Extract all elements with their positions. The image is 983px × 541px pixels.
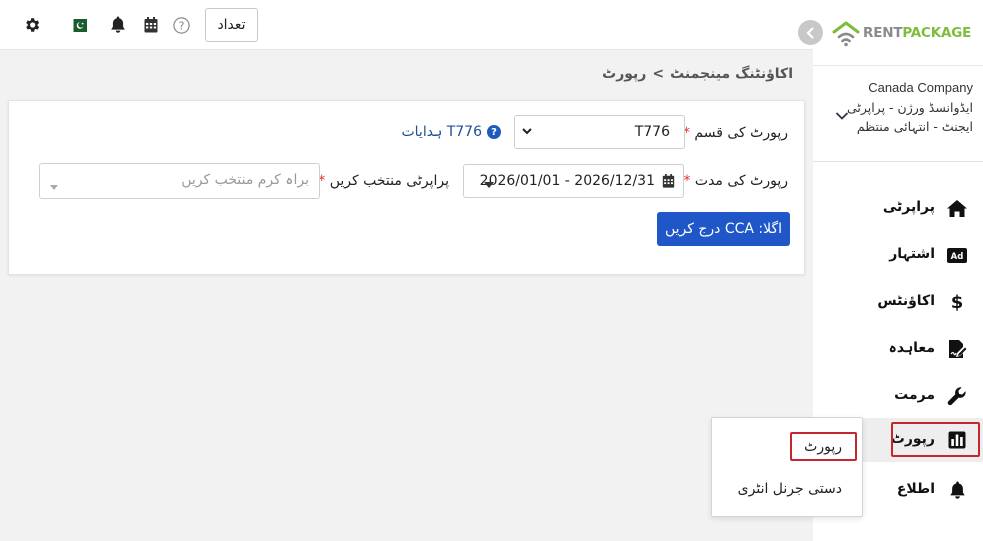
company-switcher[interactable]: Canada Company ایڈوانسڈ ورژن - پراپرٹی ا… xyxy=(813,66,983,162)
report-type-select[interactable]: T776 xyxy=(514,115,685,149)
sidebar-item-accounts[interactable]: $ اکاؤنٹس xyxy=(813,280,983,324)
period-value: 2026/01/01 - 2026/12/31 xyxy=(479,173,655,189)
caret-down-icon xyxy=(484,177,494,193)
submenu-item-report[interactable]: رپورٹ xyxy=(804,439,842,455)
submenu-item-manual-journal-entry[interactable]: دستی جرنل انٹری xyxy=(738,481,842,497)
help-icon[interactable]: ? xyxy=(171,14,191,36)
period-label: رپورٹ کی مدت * xyxy=(683,173,788,189)
sidebar-item-repair[interactable]: مرمت xyxy=(813,374,983,418)
required-mark: * xyxy=(683,173,691,189)
sidebar-item-label: اشتہار xyxy=(889,246,935,262)
logo-text-rent: RENT xyxy=(863,25,903,41)
t776-help-link[interactable]: ? T776 ہدایات xyxy=(401,124,501,140)
report-submenu: رپورٹ دستی جرنل انٹری xyxy=(711,417,863,517)
home-icon xyxy=(946,198,968,218)
breadcrumb-current: رپورٹ xyxy=(602,66,647,82)
logo-row: RENTPACKAGE xyxy=(798,0,983,66)
caret-down-icon xyxy=(50,178,58,194)
collapse-sidebar-button[interactable] xyxy=(798,20,823,45)
breadcrumb-parent[interactable]: اکاؤنٹنگ مینجمنٹ xyxy=(670,66,793,82)
company-roles: ایڈوانسڈ ورژن - پراپرٹی ایجنٹ - انتہائی … xyxy=(846,100,973,134)
count-button[interactable]: تعداد xyxy=(205,8,258,42)
sidebar-item-contract[interactable]: معاہدہ xyxy=(813,327,983,371)
sidebar-item-label: پراپرٹی xyxy=(882,199,935,215)
dollar-icon: $ xyxy=(946,292,968,312)
breadcrumb-separator: > xyxy=(652,66,665,82)
sidebar-item-label: مرمت xyxy=(894,387,935,403)
report-form-card: رپورٹ کی قسم * T776 ? T776 ہدایات رپورٹ … xyxy=(8,100,805,275)
bell-icon[interactable] xyxy=(108,14,128,36)
date-range-picker[interactable]: 2026/01/01 - 2026/12/31 xyxy=(463,164,684,198)
report-type-label: رپورٹ کی قسم * xyxy=(683,125,788,141)
ad-icon: Ad xyxy=(946,245,968,265)
property-label-text: پراپرٹی منتخب کریں xyxy=(329,173,449,189)
report-type-value: T776 xyxy=(634,124,670,140)
calendar-icon xyxy=(662,174,675,192)
wrench-icon xyxy=(946,386,968,406)
svg-text:Ad: Ad xyxy=(951,252,964,262)
top-bar: ? تعداد xyxy=(0,0,813,50)
chevron-down-icon[interactable] xyxy=(835,106,849,125)
report-type-label-text: رپورٹ کی قسم xyxy=(694,125,788,141)
breadcrumb: اکاؤنٹنگ مینجمنٹ > رپورٹ xyxy=(602,66,793,82)
company-name: Canada Company xyxy=(868,80,973,95)
sidebar-item-label: رپورٹ xyxy=(890,431,935,447)
property-placeholder: براہ کرم منتخب کریں xyxy=(181,172,309,188)
rentpackage-logo[interactable]: RENTPACKAGE xyxy=(832,19,971,47)
svg-text:?: ? xyxy=(178,19,184,32)
logo-text-package: PACKAGE xyxy=(902,25,972,41)
sidebar-item-label: اطلاع xyxy=(896,481,935,497)
calendar-icon[interactable] xyxy=(141,14,161,36)
chevron-down-icon xyxy=(521,125,533,141)
question-icon: ? xyxy=(487,125,501,139)
pakistan-flag-icon[interactable] xyxy=(68,14,88,36)
period-label-text: رپورٹ کی مدت xyxy=(694,173,788,189)
help-link-text: T776 ہدایات xyxy=(401,124,482,140)
contract-icon xyxy=(946,339,968,359)
bar-chart-icon xyxy=(946,430,968,450)
property-label: پراپرٹی منتخب کریں * xyxy=(318,173,449,189)
logo-wifi-house-icon xyxy=(832,21,860,46)
svg-text:$: $ xyxy=(951,292,964,312)
sidebar-item-ads[interactable]: Ad اشتہار xyxy=(813,233,983,277)
sidebar-item-property[interactable]: پراپرٹی xyxy=(813,186,983,230)
sidebar-item-label: اکاؤنٹس xyxy=(877,293,935,309)
property-select[interactable]: براہ کرم منتخب کریں xyxy=(39,163,320,199)
gear-icon[interactable] xyxy=(22,14,42,36)
next-enter-cca-button[interactable]: اگلا: CCA درج کریں xyxy=(657,212,790,246)
logo-text: RENTPACKAGE xyxy=(863,25,971,41)
bell-icon xyxy=(946,480,968,500)
sidebar-item-label: معاہدہ xyxy=(888,340,935,356)
